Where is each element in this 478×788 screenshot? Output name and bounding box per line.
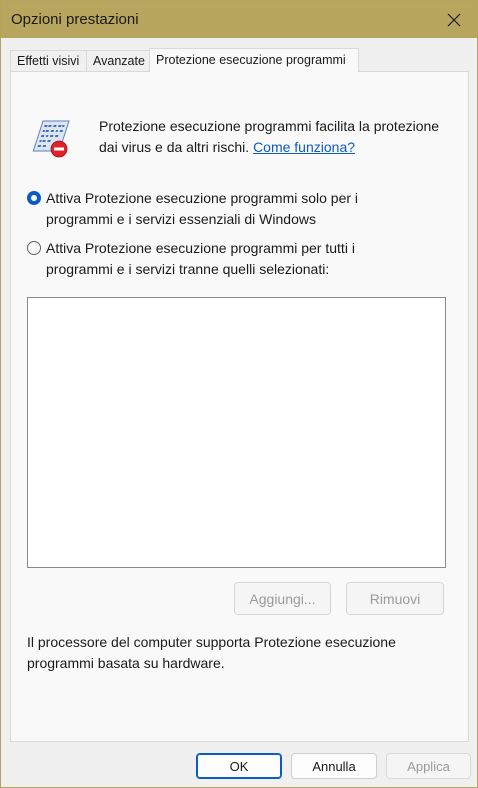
window-title: Opzioni prestazioni bbox=[11, 11, 139, 28]
tab-visual-effects[interactable]: Effetti visivi bbox=[10, 50, 87, 71]
dep-description: Protezione esecuzione programmi facilita… bbox=[99, 116, 459, 157]
tab-dep[interactable]: Protezione esecuzione programmi bbox=[149, 48, 359, 72]
option-all-row[interactable]: Attiva Protezione esecuzione programmi p… bbox=[27, 238, 416, 279]
tab-advanced[interactable]: Avanzate bbox=[86, 50, 150, 71]
apply-button[interactable]: Applica bbox=[386, 753, 471, 779]
dep-shield-icon bbox=[27, 118, 71, 160]
title-bar: Opzioni prestazioni bbox=[1, 1, 477, 38]
performance-options-dialog: Opzioni prestazioni Effetti visivi Avanz… bbox=[0, 0, 478, 788]
radio-all[interactable] bbox=[27, 241, 41, 255]
radio-essential-label[interactable]: Attiva Protezione esecuzione programmi s… bbox=[46, 188, 416, 229]
how-it-works-link[interactable]: Come funziona? bbox=[253, 139, 355, 155]
option-essential-row[interactable]: Attiva Protezione esecuzione programmi s… bbox=[27, 188, 416, 229]
dep-tab-panel: Protezione esecuzione programmi facilita… bbox=[10, 71, 469, 742]
radio-essential[interactable] bbox=[27, 191, 41, 205]
hardware-support-note: Il processore del computer supporta Prot… bbox=[27, 634, 396, 671]
cancel-button[interactable]: Annulla bbox=[291, 753, 377, 779]
close-icon bbox=[447, 13, 461, 26]
exclusion-list[interactable] bbox=[27, 297, 446, 568]
ok-button[interactable]: OK bbox=[196, 753, 282, 779]
add-button[interactable]: Aggiungi... bbox=[234, 582, 331, 615]
remove-button[interactable]: Rimuovi bbox=[346, 582, 444, 615]
close-button[interactable] bbox=[431, 1, 477, 38]
radio-all-label[interactable]: Attiva Protezione esecuzione programmi p… bbox=[46, 238, 416, 279]
